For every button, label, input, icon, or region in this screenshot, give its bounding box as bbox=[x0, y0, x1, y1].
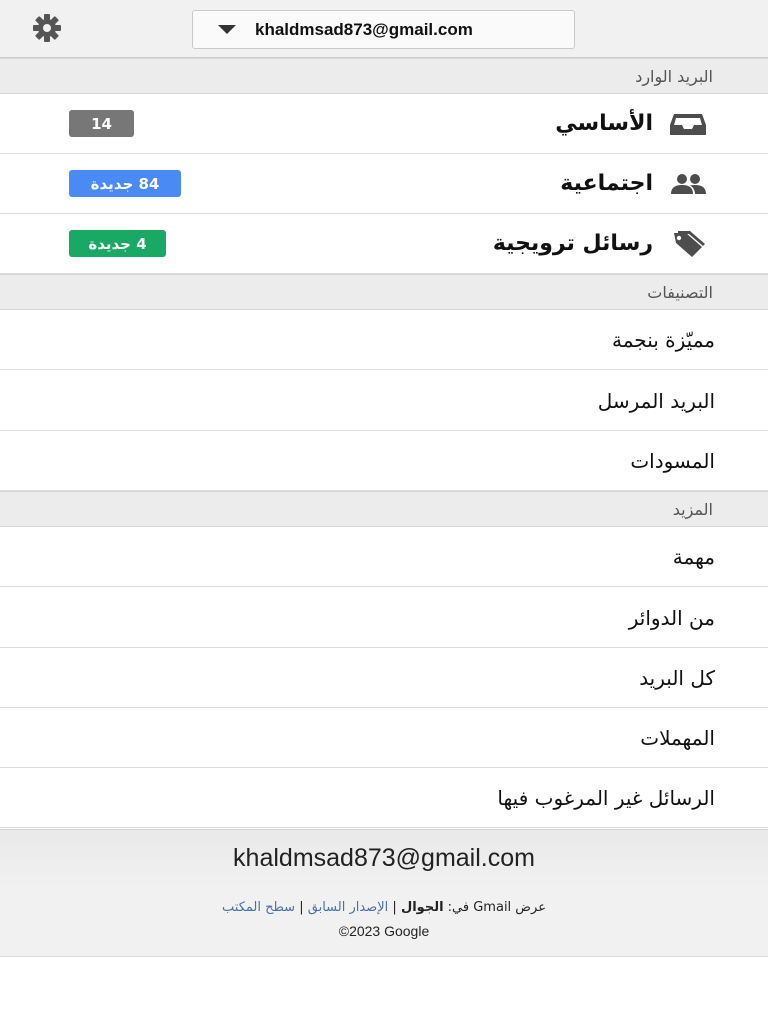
gear-icon[interactable] bbox=[25, 10, 69, 46]
label-item-text: المسودات bbox=[630, 448, 715, 473]
section-title-more: المزيد bbox=[672, 499, 713, 519]
more-item-all-mail[interactable]: كل البريد bbox=[0, 648, 768, 708]
section-header-labels: التصنيفات bbox=[0, 274, 768, 310]
more-item-circles[interactable]: من الدوائر bbox=[0, 588, 768, 648]
section-title-inbox: البريد الوارد bbox=[635, 66, 713, 86]
account-switcher[interactable]: khaldmsad873@gmail.com bbox=[192, 10, 575, 49]
label-item-starred[interactable]: مميّزة بنجمة bbox=[0, 310, 768, 370]
view-mode-links: عرض Gmail في: الجوال | الإصدار السابق | … bbox=[0, 900, 768, 915]
more-item-spam[interactable]: الرسائل غير المرغوب فيها bbox=[0, 768, 768, 828]
more-item-text: الرسائل غير المرغوب فيها bbox=[497, 785, 715, 810]
more-item-trash[interactable]: المهملات bbox=[0, 708, 768, 768]
inbox-item-promotions[interactable]: رسائل ترويجية 4 جديدة bbox=[0, 214, 768, 274]
inbox-item-primary[interactable]: الأساسي 14 bbox=[0, 94, 768, 154]
tag-icon bbox=[666, 230, 710, 258]
account-email: khaldmsad873@gmail.com bbox=[255, 19, 473, 39]
label-item-drafts[interactable]: المسودات bbox=[0, 431, 768, 491]
new-count-badge: 84 جديدة bbox=[69, 170, 181, 197]
people-icon bbox=[666, 170, 710, 198]
inbox-tray-icon bbox=[666, 110, 710, 138]
section-title-labels: التصنيفات bbox=[647, 282, 713, 302]
inbox-item-label: رسائل ترويجية bbox=[492, 231, 653, 256]
inbox-item-label: الأساسي bbox=[555, 111, 653, 136]
new-count-badge: 4 جديدة bbox=[69, 230, 166, 257]
label-item-text: مميّزة بنجمة bbox=[612, 327, 715, 352]
separator: | bbox=[392, 900, 397, 915]
separator: | bbox=[299, 900, 304, 915]
inbox-item-social[interactable]: اجتماعية 84 جديدة bbox=[0, 154, 768, 214]
desktop-link[interactable]: سطح المكتب bbox=[222, 900, 295, 915]
more-item-text: كل البريد bbox=[639, 665, 715, 690]
older-version-link[interactable]: الإصدار السابق bbox=[308, 900, 389, 915]
top-bar: khaldmsad873@gmail.com bbox=[0, 0, 768, 58]
more-item-text: المهملات bbox=[640, 725, 715, 750]
label-item-text: البريد المرسل bbox=[597, 388, 715, 413]
label-item-sent[interactable]: البريد المرسل bbox=[0, 371, 768, 431]
section-header-inbox: البريد الوارد bbox=[0, 58, 768, 94]
more-item-important[interactable]: مهمة bbox=[0, 527, 768, 587]
copyright: ©2023 Google bbox=[338, 923, 430, 939]
view-prefix-text: عرض Gmail في: bbox=[447, 900, 546, 915]
footer-account-email: khaldmsad873@gmail.com bbox=[0, 829, 768, 887]
inbox-item-label: اجتماعية bbox=[560, 171, 653, 196]
unread-count-badge: 14 bbox=[69, 110, 134, 137]
section-header-more: المزيد bbox=[0, 491, 768, 527]
footer: عرض Gmail في: الجوال | الإصدار السابق | … bbox=[0, 887, 768, 957]
more-item-text: مهمة bbox=[672, 544, 715, 569]
more-item-text: من الدوائر bbox=[628, 605, 715, 630]
mobile-view-current: الجوال bbox=[400, 900, 444, 915]
caret-down-icon bbox=[218, 25, 236, 34]
